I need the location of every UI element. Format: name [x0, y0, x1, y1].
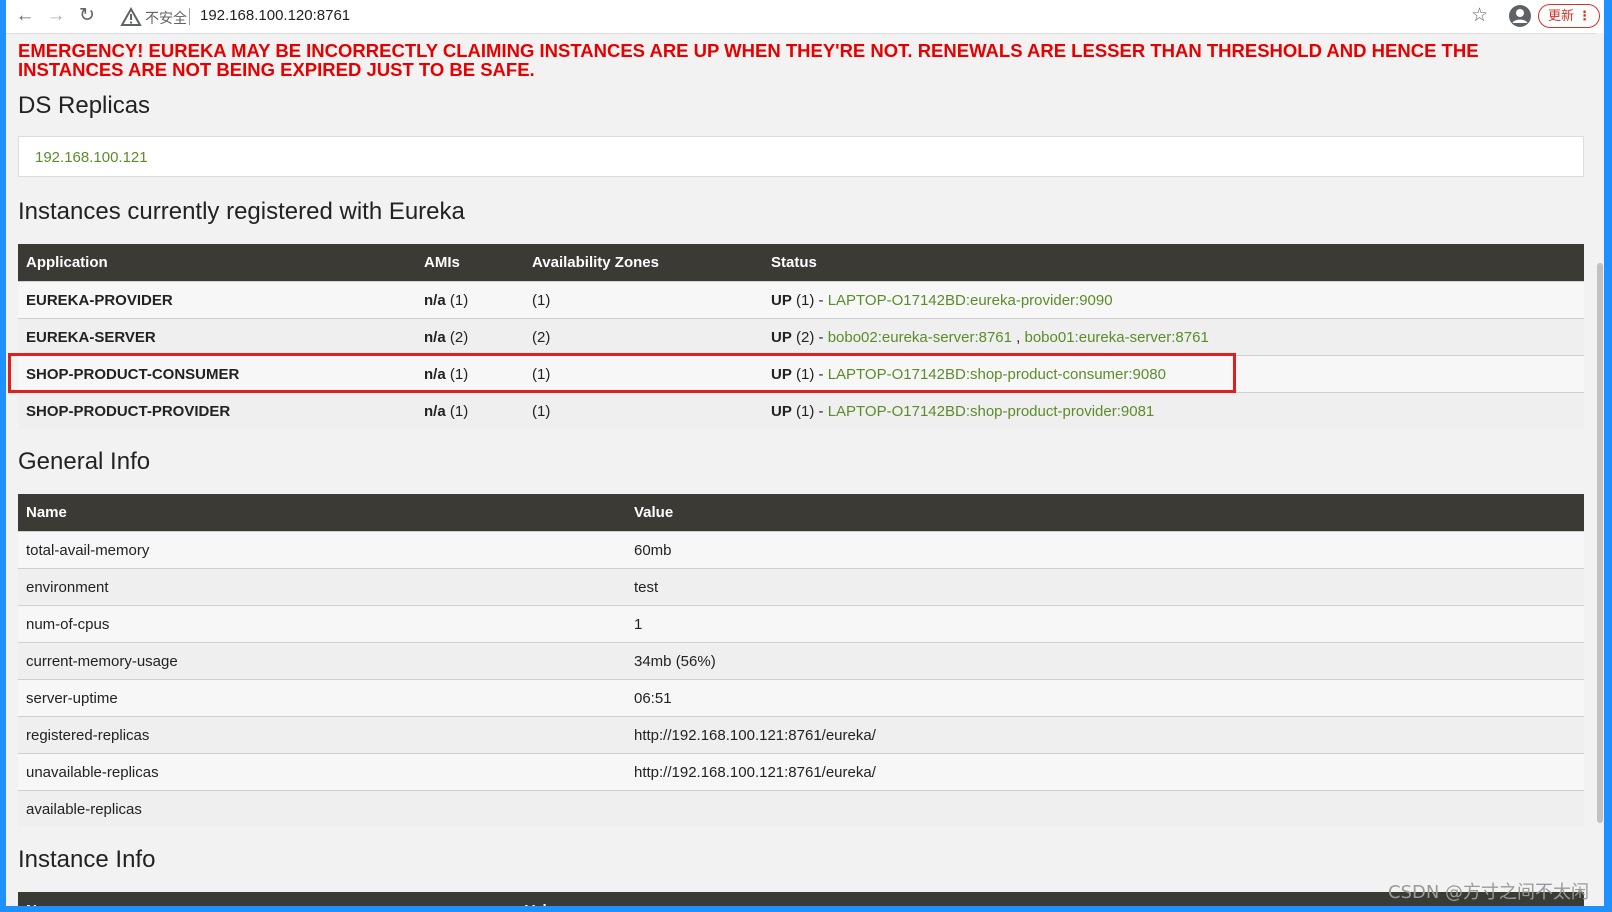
info-name: total-avail-memory	[18, 531, 626, 569]
table-row: SHOP-PRODUCT-PROVIDER n/a (1) (1) UP (1)…	[18, 392, 1584, 429]
info-name: current-memory-usage	[18, 642, 626, 680]
instance-info-table: Name Value	[18, 892, 1584, 906]
instances-table: Application AMIs Availability Zones Stat…	[18, 244, 1584, 429]
ami-cell: n/a (2)	[416, 318, 524, 356]
instance-info-title: Instance Info	[18, 846, 156, 873]
table-row: server-uptime 06:51	[18, 679, 1584, 717]
table-row: available-replicas	[18, 790, 1584, 827]
zones-cell: (1)	[524, 392, 763, 429]
address-separator	[189, 8, 190, 25]
info-value: http://192.168.100.121:8761/eureka/	[626, 716, 1584, 754]
info-value: 06:51	[626, 679, 1584, 717]
instance-info-header-row: Name Value	[18, 892, 1584, 906]
address-bar-url[interactable]: 192.168.100.120:8761	[200, 7, 350, 24]
reload-icon[interactable]: ↻	[74, 3, 100, 29]
info-value: 60mb	[626, 531, 1584, 569]
general-info-title: General Info	[18, 448, 151, 475]
instances-title: Instances currently registered with Eure…	[18, 198, 465, 225]
ds-replicas-box: 192.168.100.121	[18, 136, 1584, 177]
application-name: EUREKA-SERVER	[18, 318, 416, 356]
info-name: environment	[18, 568, 626, 606]
watermark: CSDN @方寸之间不太闲	[1388, 882, 1590, 903]
ami-na: n/a	[424, 402, 446, 420]
info-value: 1	[626, 605, 1584, 643]
emergency-banner: EMERGENCY! EUREKA MAY BE INCORRECTLY CLA…	[18, 40, 1479, 80]
zones-cell: (2)	[524, 318, 763, 356]
table-row: EUREKA-PROVIDER n/a (1) (1) UP (1) - LAP…	[18, 281, 1584, 319]
warning-icon[interactable]	[120, 6, 142, 28]
info-value	[626, 790, 1584, 827]
status-count: (1) -	[796, 402, 828, 420]
status-cell: UP (2) - bobo02:eureka-server:8761 , bob…	[763, 318, 1584, 356]
ami-count: (2)	[449, 328, 469, 346]
instance-link[interactable]: bobo02:eureka-server:8761	[828, 329, 1012, 346]
info-value: 34mb (56%)	[626, 642, 1584, 680]
status-up: UP	[771, 328, 792, 346]
profile-avatar-icon[interactable]	[1508, 4, 1532, 28]
info-value: test	[626, 568, 1584, 606]
table-row: environment test	[18, 568, 1584, 606]
ami-na: n/a	[424, 291, 446, 309]
bookmark-star-icon[interactable]: ☆	[1471, 4, 1488, 27]
column-header: AMIs	[416, 244, 524, 282]
info-name: unavailable-replicas	[18, 753, 626, 791]
browser-toolbar: ← → ↻ 不安全 192.168.100.120:8761 ☆ 更新 ⋮	[6, 0, 1604, 34]
info-value: http://192.168.100.121:8761/eureka/	[626, 753, 1584, 791]
forward-arrow-icon[interactable]: →	[43, 3, 69, 29]
instance-link[interactable]: LAPTOP-O17142BD:eureka-provider:9090	[828, 292, 1113, 309]
insecure-label[interactable]: 不安全	[145, 8, 187, 28]
general-header-row: Name Value	[18, 494, 1584, 532]
highlight-box	[8, 353, 1236, 393]
application-name: SHOP-PRODUCT-PROVIDER	[18, 392, 416, 429]
status-cell: UP (1) - LAPTOP-O17142BD:shop-product-pr…	[763, 392, 1584, 429]
column-header: Name	[18, 892, 517, 906]
ami-na: n/a	[424, 328, 446, 346]
column-header: Name	[18, 494, 626, 532]
table-row: total-avail-memory 60mb	[18, 531, 1584, 569]
info-name: registered-replicas	[18, 716, 626, 754]
column-header: Status	[763, 244, 1584, 282]
table-row: unavailable-replicas http://192.168.100.…	[18, 753, 1584, 791]
status-count: (1) -	[796, 291, 828, 309]
info-name: server-uptime	[18, 679, 626, 717]
column-header: Application	[18, 244, 416, 282]
info-name: available-replicas	[18, 790, 626, 827]
page-scrollbar[interactable]	[1596, 33, 1604, 906]
instances-header-row: Application AMIs Availability Zones Stat…	[18, 244, 1584, 282]
instance-link[interactable]: bobo01:eureka-server:8761	[1025, 329, 1209, 346]
scrollbar-thumb[interactable]	[1597, 263, 1603, 823]
table-row: num-of-cpus 1	[18, 605, 1584, 643]
application-name: EUREKA-PROVIDER	[18, 281, 416, 319]
update-button[interactable]: 更新 ⋮	[1538, 4, 1600, 28]
ds-replicas-title: DS Replicas	[18, 92, 151, 119]
status-up: UP	[771, 402, 792, 420]
column-header: Availability Zones	[524, 244, 763, 282]
table-row: registered-replicas http://192.168.100.1…	[18, 716, 1584, 754]
table-row: EUREKA-SERVER n/a (2) (2) UP (2) - bobo0…	[18, 318, 1584, 356]
info-name: num-of-cpus	[18, 605, 626, 643]
browser-window: ← → ↻ 不安全 192.168.100.120:8761 ☆ 更新 ⋮ EM…	[6, 0, 1604, 906]
table-row: current-memory-usage 34mb (56%)	[18, 642, 1584, 680]
ami-cell: n/a (1)	[416, 281, 524, 319]
ami-count: (1)	[449, 402, 469, 420]
back-arrow-icon[interactable]: ←	[12, 3, 38, 29]
ami-count: (1)	[449, 291, 469, 309]
update-label: 更新	[1548, 8, 1575, 23]
general-info-table: Name Value total-avail-memory 60mb envir…	[18, 494, 1584, 827]
column-header: Value	[626, 494, 1584, 532]
status-count: (2) -	[796, 328, 828, 346]
status-up: UP	[771, 291, 792, 309]
status-cell: UP (1) - LAPTOP-O17142BD:eureka-provider…	[763, 281, 1584, 319]
kebab-menu-icon[interactable]: ⋮	[1578, 5, 1591, 27]
link-separator: ,	[1011, 328, 1025, 346]
zones-cell: (1)	[524, 281, 763, 319]
instance-link[interactable]: LAPTOP-O17142BD:shop-product-provider:90…	[828, 403, 1155, 420]
ds-replica-link[interactable]: 192.168.100.121	[35, 149, 148, 166]
ami-cell: n/a (1)	[416, 392, 524, 429]
